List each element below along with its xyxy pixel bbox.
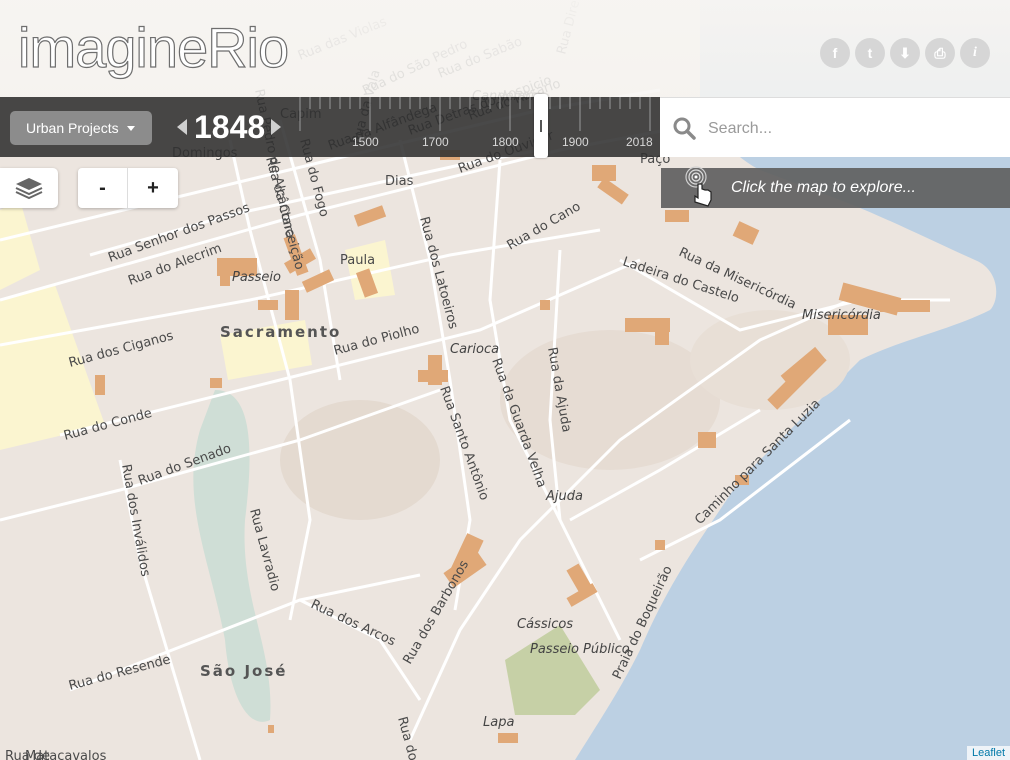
place-label: Passeio Público	[530, 642, 630, 657]
current-year: 1848	[194, 109, 266, 145]
place-label: Carioca	[450, 342, 499, 357]
timeline-handle[interactable]	[534, 94, 548, 158]
district-label: Sacramento	[220, 323, 341, 341]
layers-button[interactable]	[0, 168, 58, 208]
layer-dropdown-label: Urban Projects	[26, 120, 119, 136]
probe-text: Click the map to explore...	[731, 179, 916, 196]
twitter-icon[interactable]: t	[855, 38, 885, 68]
chevron-down-icon	[126, 125, 135, 131]
zoom-controls: - +	[78, 168, 178, 208]
download-icon[interactable]: ⬇	[890, 38, 920, 68]
app-logo[interactable]: imagineRio	[17, 15, 289, 80]
street-label: Matacavalos	[25, 749, 107, 760]
next-year-icon[interactable]	[271, 119, 281, 135]
search-input[interactable]	[706, 112, 1000, 146]
previous-year-icon[interactable]	[177, 119, 187, 135]
header-bar: imagineRio f t ⬇ ⎙ i	[0, 0, 1010, 97]
probe-hint: Click the map to explore...	[661, 166, 1010, 208]
info-icon[interactable]: i	[960, 38, 990, 68]
district-label: São José	[200, 662, 287, 680]
zoom-out-button[interactable]: -	[78, 168, 128, 208]
place-label: Lapa	[483, 715, 514, 730]
street-label: Paula	[340, 253, 375, 268]
print-icon[interactable]: ⎙	[925, 38, 955, 68]
social-buttons: f t ⬇ ⎙ i	[820, 38, 990, 68]
tick-label: 1900	[562, 135, 589, 149]
layers-icon	[15, 178, 43, 200]
place-label: Passeio	[232, 270, 281, 285]
timeline-scale[interactable]: 1500 1700 1800 1900 2018	[296, 97, 660, 157]
zoom-in-button[interactable]: +	[128, 168, 178, 208]
grip-icon	[540, 120, 542, 132]
tick-label: 1500	[352, 135, 379, 149]
timeline-bar: Urban Projects 1848 1500 1700 1800 1900 …	[0, 94, 660, 158]
facebook-icon[interactable]: f	[820, 38, 850, 68]
tick-label: 1800	[492, 135, 519, 149]
search-box	[660, 97, 1010, 157]
place-label: Misericórdia	[802, 308, 881, 323]
layer-dropdown[interactable]: Urban Projects	[10, 111, 152, 145]
attribution-link[interactable]: Leaflet	[966, 746, 1010, 760]
place-label: Cássicos	[517, 617, 573, 632]
place-label: Ajuda	[545, 489, 583, 504]
tick-label: 1700	[422, 135, 449, 149]
search-icon[interactable]	[672, 116, 696, 140]
tick-label: 2018	[626, 135, 653, 149]
street-label: Dias	[385, 174, 414, 189]
probe-cursor-icon	[685, 166, 712, 207]
